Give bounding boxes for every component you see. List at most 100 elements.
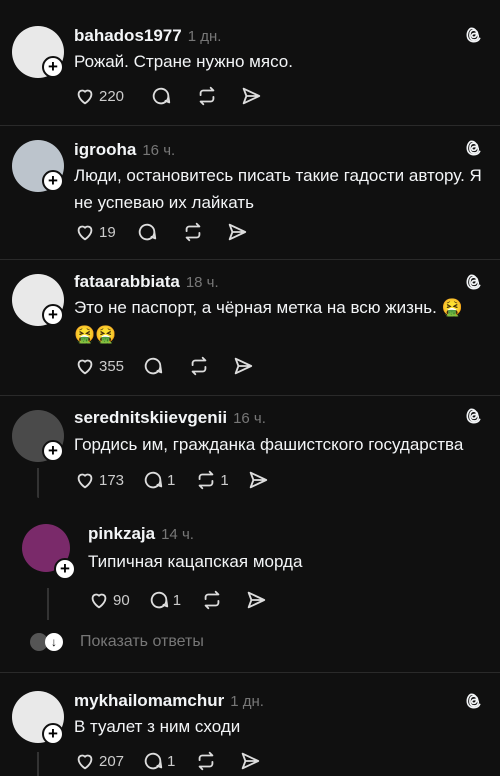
thread-line [37,468,39,496]
threads-icon[interactable] [464,406,484,426]
plus-icon[interactable]: + [42,723,64,745]
comment-1: + bahados1977 1 дн. Рожай. Стране нужно м… [0,0,500,125]
timestamp: 18 ч. [185,274,219,291]
comment-text: Гордись им, гражданка фашистского госуда… [74,435,464,454]
timestamp: 16 ч. [233,410,266,427]
like-button[interactable]: 355 [74,355,124,377]
comment-text: Люди, остановитесь писать такие гадости … [74,166,482,212]
like-count: 90 [113,591,130,609]
comment-2: + igrooha 16 ч. Люди, остановитесь писать… [0,126,500,259]
plus-icon[interactable]: + [42,170,64,192]
like-button[interactable]: 19 [74,221,116,243]
action-bar: 220 [74,84,278,108]
plus-icon[interactable]: + [42,440,64,462]
like-count: 207 [99,752,125,770]
action-bar: 90 1 [88,588,283,612]
like-button[interactable]: 207 [74,750,124,772]
share-icon [247,469,269,491]
plus-icon[interactable]: + [42,56,64,78]
comment-icon [142,750,164,772]
username[interactable]: serednitskiievgenii [74,408,227,427]
action-bar: 173 1 1 [74,468,285,492]
username[interactable]: igrooha [74,140,136,159]
timestamp: 16 ч. [142,142,176,159]
username[interactable]: mykhailomamchur [74,691,224,710]
username[interactable]: bahados1977 [74,26,182,45]
share-button[interactable] [240,85,262,107]
action-bar: 355 [74,354,270,378]
share-button[interactable] [239,750,261,772]
comment-icon [142,469,164,491]
threads-icon[interactable] [464,25,484,45]
repost-button[interactable] [182,221,204,243]
reply-button[interactable]: 1 [142,469,175,491]
plus-icon[interactable]: + [42,304,64,326]
thread-connector [37,496,39,498]
comment-icon [142,355,164,377]
repost-button[interactable] [188,355,210,377]
comment-icon [136,221,158,243]
threads-icon[interactable] [464,138,484,158]
reply-count: 1 [172,591,182,609]
like-count: 173 [99,471,125,489]
repost-button[interactable] [196,85,218,107]
repost-icon [188,355,210,377]
share-button[interactable] [232,355,254,377]
reply-count: 1 [167,471,176,489]
reply-button[interactable] [136,221,158,243]
heart-icon [88,589,110,611]
username[interactable]: fataarabbiata [74,272,180,291]
repost-count: 1 [220,471,229,489]
share-button[interactable] [247,469,269,491]
like-button[interactable]: 173 [74,469,124,491]
comment-text: Типичная кацапская морда [88,552,303,571]
threads-icon[interactable] [464,691,484,711]
share-icon [226,221,248,243]
like-count: 19 [99,223,116,241]
heart-icon [74,750,96,772]
like-button[interactable]: 90 [88,589,130,611]
timestamp: 14 ч. [161,526,194,543]
comment-text: Это не паспорт, а чёрная метка на всю жи… [74,298,463,344]
repost-icon [182,221,204,243]
heart-icon [74,85,96,107]
reply-button[interactable] [142,355,164,377]
reply-count: 1 [167,752,176,770]
reply-button[interactable] [150,85,172,107]
repost-button[interactable] [201,589,223,611]
plus-icon[interactable]: + [54,558,76,580]
reply-button[interactable]: 1 [142,750,175,772]
like-button[interactable]: 220 [74,85,124,107]
share-icon [245,589,267,611]
share-button[interactable] [245,589,267,611]
heart-icon [74,221,96,243]
show-replies-link[interactable]: Показать ответы [80,633,204,651]
comment-text: Рожай. Стране нужно мясо. [74,52,293,71]
repost-icon [201,589,223,611]
comment-6: + mykhailomamchur 1 дн. В туалет з ним сх… [0,673,500,776]
share-icon [240,85,262,107]
repost-button[interactable] [195,750,217,772]
comment-4: + serednitskiievgenii 16 ч. Гордись им, г… [0,396,500,506]
thread-line [37,752,39,776]
repost-icon [195,750,217,772]
repost-icon [195,469,217,491]
like-count: 220 [99,87,125,105]
share-icon [232,355,254,377]
chevron-down-icon[interactable]: ↓ [45,633,63,651]
comment-icon [148,589,170,611]
share-button[interactable] [226,221,248,243]
repost-button[interactable]: 1 [195,469,229,491]
comment-icon [150,85,172,107]
action-bar: 207 1 [74,749,277,773]
timestamp: 1 дн. [230,693,264,710]
action-bar: 19 [74,220,264,244]
like-count: 355 [99,357,125,375]
username[interactable]: pinkzaja [88,524,155,543]
comment-5: + pinkzaja 14 ч. Типичная кацапская морда… [0,510,500,625]
repost-icon [196,85,218,107]
share-icon [239,750,261,772]
threads-icon[interactable] [464,272,484,292]
heart-icon [74,469,96,491]
reply-button[interactable]: 1 [148,589,181,611]
